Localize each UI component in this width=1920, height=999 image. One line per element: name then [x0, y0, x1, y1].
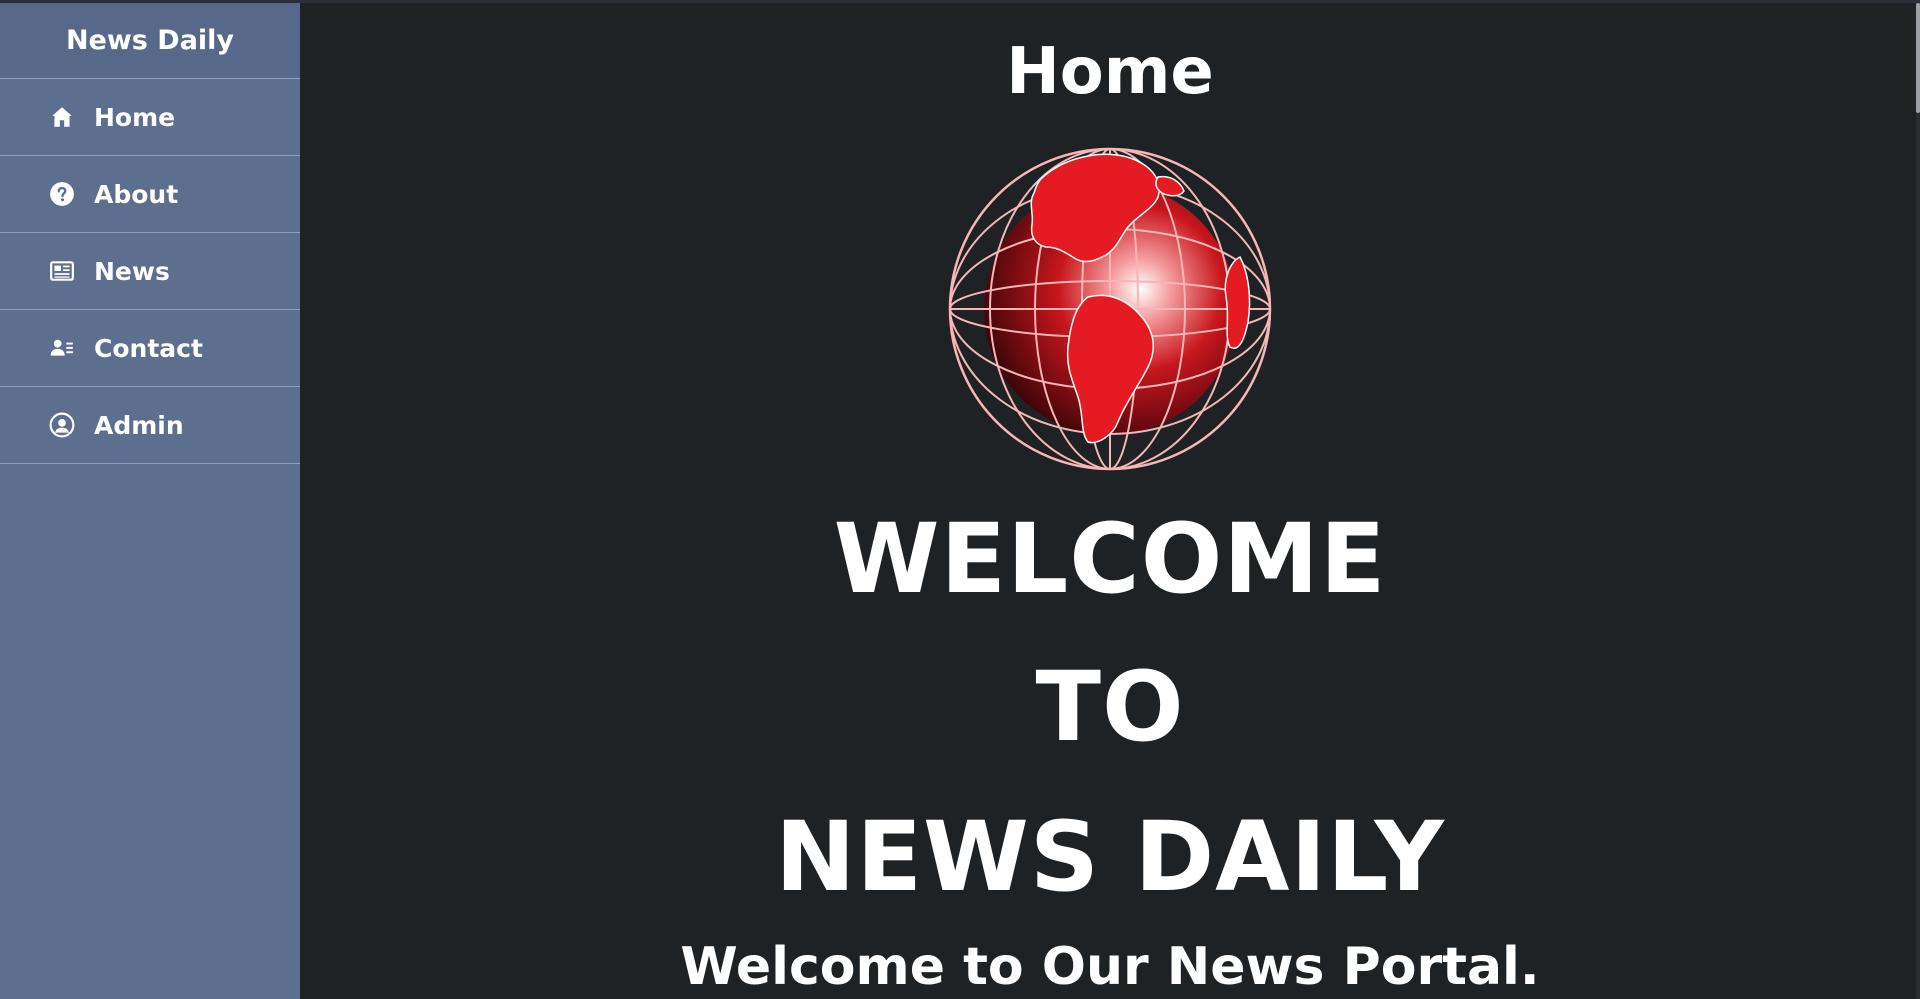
scrollbar-thumb[interactable] — [1916, 3, 1920, 113]
sidebar-item-label: About — [94, 179, 179, 209]
sidebar-item-label: Home — [94, 102, 176, 132]
question-circle-icon — [48, 180, 76, 208]
hero-news-daily: NEWS DAILY — [775, 801, 1445, 913]
sidebar-item-label: News — [94, 256, 170, 286]
sidebar-brand[interactable]: News Daily — [0, 3, 300, 79]
hero-welcome: WELCOME — [833, 503, 1387, 615]
globe-logo-icon — [948, 147, 1272, 471]
newspaper-icon — [48, 257, 76, 285]
sidebar: News Daily Home About News Contact Admin — [0, 3, 300, 999]
tagline: Welcome to Our News Portal. — [680, 937, 1540, 997]
sidebar-item-label: Admin — [94, 410, 184, 440]
sidebar-item-admin[interactable]: Admin — [0, 387, 300, 464]
sidebar-item-contact[interactable]: Contact — [0, 310, 300, 387]
home-icon — [48, 103, 76, 131]
sidebar-item-home[interactable]: Home — [0, 79, 300, 156]
sidebar-item-label: Contact — [94, 333, 203, 363]
hero-to: TO — [1035, 651, 1185, 763]
sidebar-item-about[interactable]: About — [0, 156, 300, 233]
scrollbar-track[interactable] — [1916, 3, 1920, 999]
sidebar-item-news[interactable]: News — [0, 233, 300, 310]
page-title: Home — [1006, 35, 1214, 109]
main-content: Home WELCOME TO NEWS DAILY Welcome to Ou… — [300, 3, 1916, 999]
contact-card-icon — [48, 334, 76, 362]
user-circle-icon — [48, 411, 76, 439]
